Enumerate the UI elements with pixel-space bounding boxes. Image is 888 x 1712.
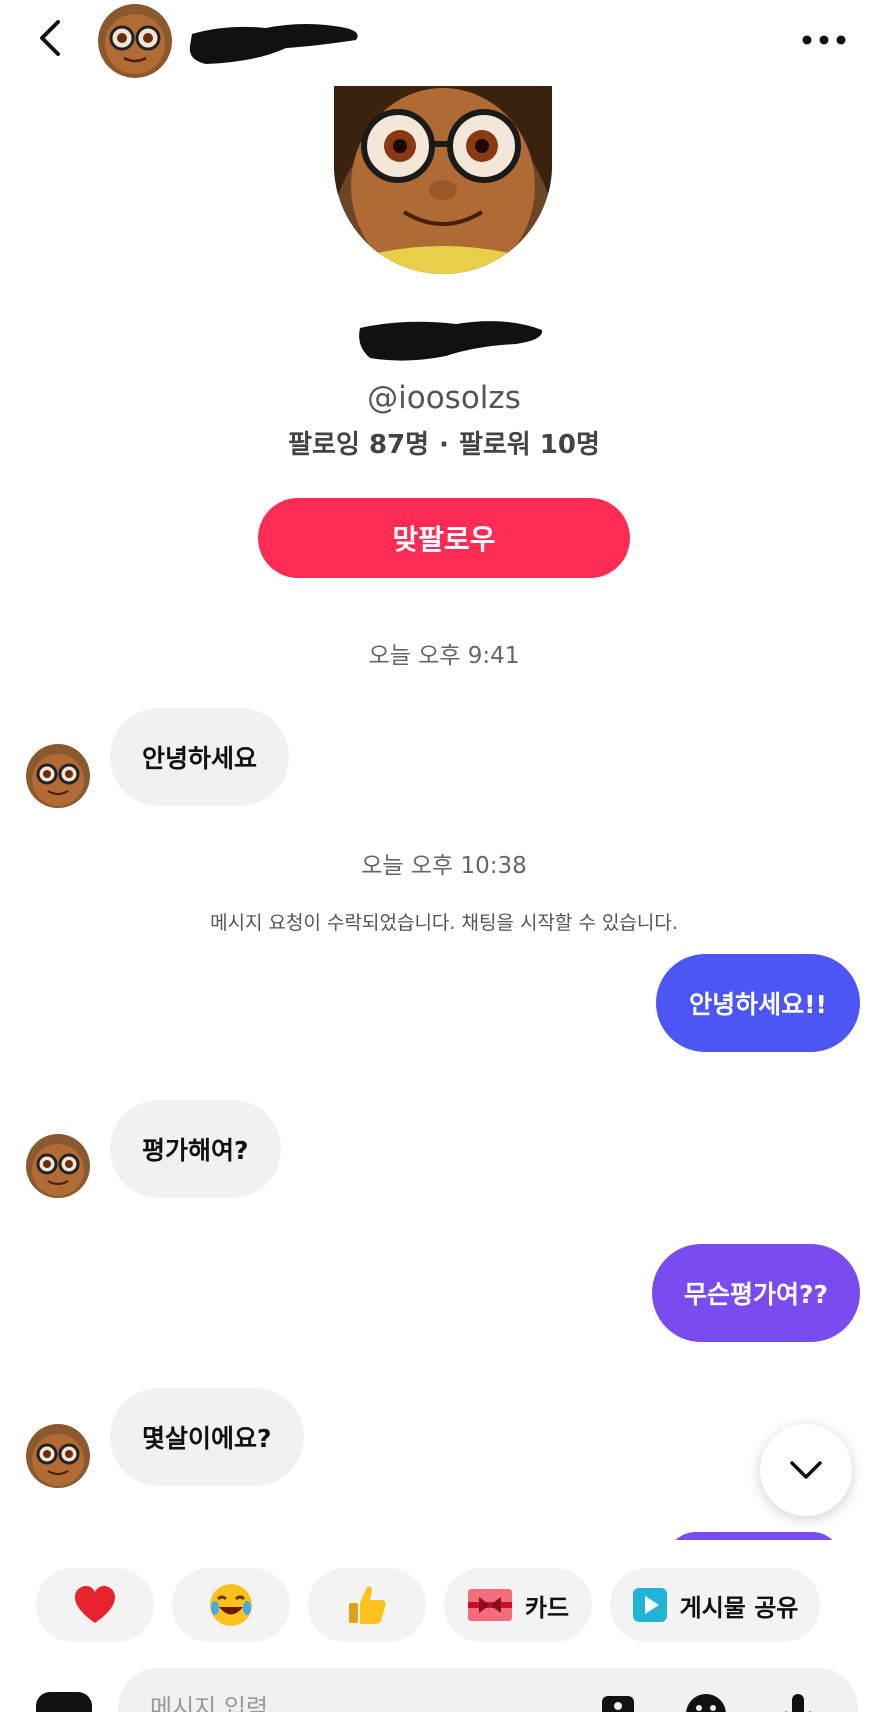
followers-label: 팔로워	[458, 430, 531, 460]
incoming-message-bubble[interactable]: 안녕하세요	[110, 708, 290, 806]
sender-avatar[interactable]	[26, 1134, 90, 1198]
followers-count: 10명	[539, 430, 600, 460]
timestamp: 오늘 오후 9:41	[368, 643, 520, 669]
microphone-icon[interactable]	[776, 1690, 820, 1712]
heart-icon	[73, 1585, 117, 1625]
following-label: 팔로잉	[288, 430, 360, 460]
more-horizontal-icon	[802, 35, 846, 45]
message-composer	[0, 1648, 888, 1712]
following-count: 87명	[368, 430, 430, 460]
camera-icon[interactable]	[36, 1692, 92, 1712]
more-options-button[interactable]	[796, 20, 852, 60]
card-icon	[467, 1588, 513, 1622]
avatar-face-icon	[26, 744, 90, 808]
quick-reply-laughing[interactable]	[172, 1568, 290, 1642]
quick-reply-bar: 카드 게시물 공유	[0, 1540, 888, 1642]
post-share-icon	[632, 1587, 668, 1623]
incoming-message-bubble[interactable]: 몇살이에요?	[110, 1388, 304, 1486]
redacted-display-name	[356, 316, 546, 366]
incoming-message-bubble[interactable]: 평가해여?	[110, 1100, 281, 1198]
profile-avatar[interactable]	[334, 86, 552, 274]
chevron-left-icon	[40, 20, 60, 56]
avatar-face-icon	[26, 1134, 90, 1198]
quick-reply-card[interactable]: 카드	[444, 1568, 592, 1642]
emoji-icon[interactable]	[684, 1690, 728, 1712]
redacted-name	[186, 16, 366, 68]
avatar-face-icon	[26, 1424, 90, 1488]
thumbs-up-icon	[345, 1583, 389, 1627]
message-input[interactable]	[118, 1668, 858, 1712]
scroll-to-bottom-button[interactable]	[760, 1424, 852, 1516]
quick-reply-thumbs-up[interactable]	[308, 1568, 426, 1642]
avatar-face-icon	[334, 86, 552, 274]
timestamp: 오늘 오후 10:38	[361, 853, 527, 879]
profile-handle: @ioosolzs	[367, 380, 521, 416]
system-notice: 메시지 요청이 수락되었습니다. 채팅을 시작할 수 있습니다.	[210, 912, 678, 934]
image-icon[interactable]	[596, 1690, 640, 1712]
sender-avatar[interactable]	[26, 1424, 90, 1488]
chat-header	[0, 0, 888, 80]
outgoing-message-bubble[interactable]: 안녕하세요!!	[656, 954, 860, 1052]
chevron-down-icon	[790, 1461, 822, 1479]
avatar-face-icon	[98, 4, 172, 78]
outgoing-message-bubble[interactable]: 무슨평가여??	[652, 1244, 860, 1342]
follow-back-button[interactable]: 맞팔로우	[258, 498, 630, 578]
laughing-icon	[208, 1582, 254, 1628]
back-button[interactable]	[30, 16, 70, 60]
chip-label: 게시물 공유	[679, 1593, 799, 1622]
header-avatar[interactable]	[98, 4, 172, 78]
quick-reply-heart[interactable]	[36, 1568, 154, 1642]
sender-avatar[interactable]	[26, 744, 90, 808]
follow-stats: 팔로잉 87명 · 팔로워 10명	[0, 424, 888, 461]
chip-label: 카드	[524, 1593, 570, 1622]
quick-reply-post-share[interactable]: 게시물 공유	[610, 1568, 820, 1642]
stats-separator: ·	[439, 430, 449, 460]
